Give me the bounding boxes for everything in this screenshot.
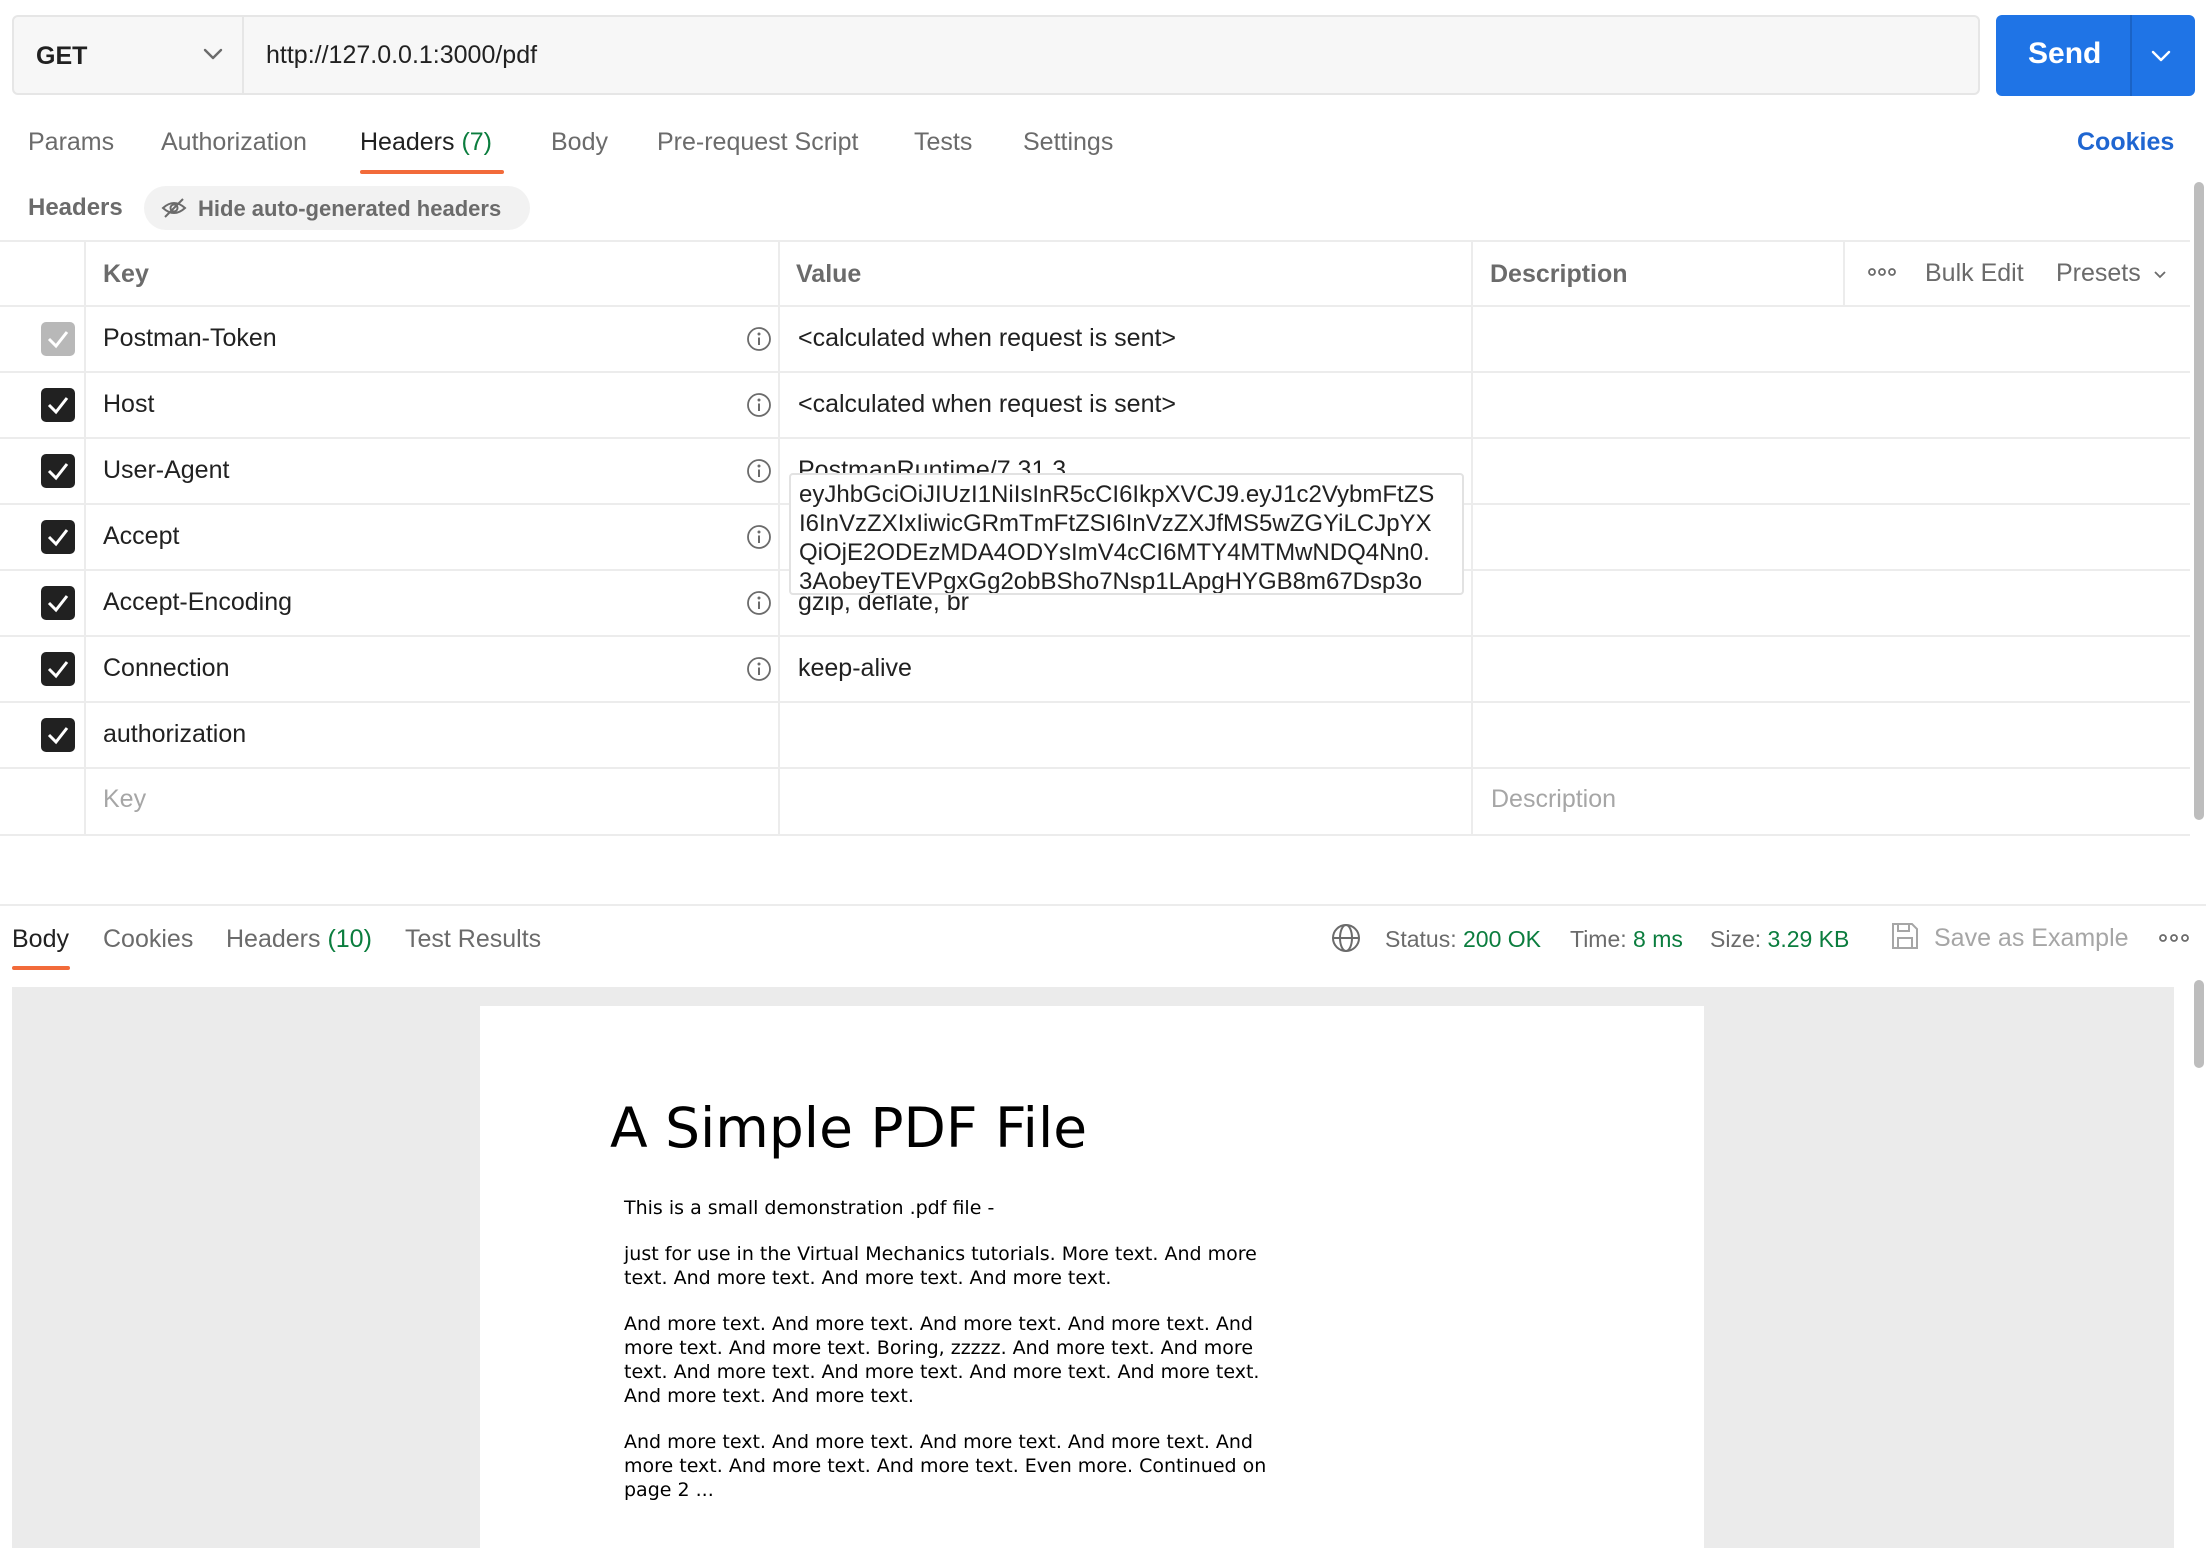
checkmark-icon — [47, 595, 69, 613]
active-response-tab-indicator — [12, 966, 70, 970]
more-icon[interactable] — [1868, 266, 1896, 278]
time-label: Time: — [1570, 926, 1627, 952]
response-tab-cookies[interactable]: Cookies — [103, 925, 193, 954]
response-headers-count: (10) — [327, 925, 372, 953]
tab-params[interactable]: Params — [28, 128, 114, 157]
presets-dropdown[interactable]: Presets — [2056, 259, 2168, 288]
active-tab-indicator — [360, 170, 504, 174]
eye-off-icon — [161, 198, 187, 218]
column-description: Description — [1490, 260, 1628, 288]
checkmark-icon — [47, 397, 69, 415]
method-select[interactable]: GET — [14, 17, 244, 93]
request-scrollbar[interactable] — [2194, 182, 2204, 820]
hide-auto-headers-label: Hide auto-generated headers — [198, 196, 502, 221]
chevron-down-icon — [2154, 271, 2166, 279]
tab-headers-label: Headers — [360, 128, 455, 156]
send-divider — [2130, 15, 2132, 96]
chevron-down-icon — [203, 48, 223, 60]
response-tab-headers-label: Headers — [226, 925, 321, 953]
checkmark-icon — [47, 661, 69, 679]
info-icon[interactable] — [746, 524, 772, 550]
header-value[interactable]: <calculated when request is sent> — [798, 324, 1176, 353]
pdf-paragraph: just for use in the Virtual Mechanics tu… — [624, 1243, 1257, 1289]
authorization-value-editor[interactable]: eyJhbGciOiJIUzI1NiIsInR5cCI6IkpXVCJ9.eyJ… — [789, 473, 1464, 595]
row-checkbox — [41, 322, 75, 356]
token-line: I6InVzZXIxIiwicGRmTmFtZSI6InVzZXJfMS5wZG… — [799, 510, 1432, 537]
size-readout[interactable]: Size: 3.29 KB — [1710, 926, 1849, 953]
header-key[interactable]: authorization — [103, 720, 246, 749]
row-checkbox[interactable] — [41, 388, 75, 422]
header-key[interactable]: Accept — [103, 522, 179, 551]
tab-authorization[interactable]: Authorization — [161, 128, 307, 157]
status-value: 200 OK — [1463, 926, 1541, 952]
header-key[interactable]: Postman-Token — [103, 324, 277, 353]
status-label: Status: — [1385, 926, 1457, 952]
save-icon — [1892, 923, 1918, 949]
bulk-edit-button[interactable]: Bulk Edit — [1925, 259, 2024, 288]
column-value: Value — [796, 260, 862, 288]
url-input[interactable]: http://127.0.0.1:3000/pdf — [266, 41, 537, 70]
header-key[interactable]: User-Agent — [103, 456, 229, 485]
checkmark-icon — [47, 727, 69, 745]
new-description-input[interactable]: Description — [1491, 785, 1616, 814]
row-checkbox[interactable] — [41, 454, 75, 488]
checkmark-icon — [47, 463, 69, 481]
size-label: Size: — [1710, 926, 1762, 952]
tab-headers[interactable]: Headers (7) — [360, 128, 492, 157]
token-line: eyJhbGciOiJIUzI1NiIsInR5cCI6IkpXVCJ9.eyJ… — [799, 481, 1435, 508]
header-value[interactable]: <calculated when request is sent> — [798, 390, 1176, 419]
response-tab-headers[interactable]: Headers (10) — [226, 925, 372, 954]
row-checkbox[interactable] — [41, 520, 75, 554]
headers-count: (7) — [461, 128, 493, 156]
headers-section-title: Headers — [28, 194, 123, 221]
tab-tests[interactable]: Tests — [914, 128, 972, 157]
header-key[interactable]: Host — [103, 390, 154, 419]
checkmark-icon — [47, 331, 69, 349]
pdf-paragraph: And more text. And more text. And more t… — [624, 1313, 1260, 1407]
request-bar: GET http://127.0.0.1:3000/pdf — [12, 15, 1980, 95]
response-tab-test-results[interactable]: Test Results — [405, 925, 541, 954]
tab-settings[interactable]: Settings — [1023, 128, 1113, 157]
time-readout[interactable]: Time: 8 ms — [1570, 926, 1683, 953]
column-key: Key — [103, 260, 149, 288]
info-icon[interactable] — [746, 590, 772, 616]
hide-auto-headers-button[interactable]: Hide auto-generated headers — [144, 186, 530, 230]
cookies-link[interactable]: Cookies — [2077, 128, 2174, 157]
header-key[interactable]: Accept-Encoding — [103, 588, 292, 617]
send-button[interactable]: Send — [1996, 15, 2195, 96]
save-as-example-button[interactable]: Save as Example — [1934, 924, 2129, 953]
row-checkbox[interactable] — [41, 652, 75, 686]
pdf-page: A Simple PDF File This is a small demons… — [480, 1006, 1704, 1548]
status-readout[interactable]: Status: 200 OK — [1385, 926, 1541, 953]
checkmark-icon — [47, 529, 69, 547]
send-label: Send — [2028, 37, 2102, 70]
method-label: GET — [36, 42, 88, 70]
pdf-paragraph: This is a small demonstration .pdf file … — [624, 1197, 995, 1219]
token-line: QiOjE2ODEzMDA4ODYsImV4cCI6MTY4MTMwNDQ4Nn… — [799, 539, 1430, 566]
header-value[interactable]: keep-alive — [798, 654, 912, 683]
globe-icon[interactable] — [1330, 922, 1362, 954]
pdf-title: A Simple PDF File — [610, 1096, 1088, 1160]
token-line: 3AobeyTEVPgxGg2obBSho7Nsp1LApgHYGB8m67Ds… — [799, 568, 1423, 595]
row-checkbox[interactable] — [41, 718, 75, 752]
chevron-down-icon[interactable] — [2148, 43, 2174, 69]
response-tab-body[interactable]: Body — [12, 925, 69, 954]
pdf-paragraph: And more text. And more text. And more t… — [624, 1431, 1267, 1501]
tab-pre-request-script[interactable]: Pre-request Script — [657, 128, 858, 157]
tab-body[interactable]: Body — [551, 128, 608, 157]
header-key[interactable]: Connection — [103, 654, 229, 683]
info-icon[interactable] — [746, 326, 772, 352]
size-value: 3.29 KB — [1767, 926, 1850, 952]
presets-label: Presets — [2056, 259, 2141, 287]
time-value: 8 ms — [1633, 926, 1683, 952]
info-icon[interactable] — [746, 392, 772, 418]
info-icon[interactable] — [746, 458, 772, 484]
more-icon[interactable] — [2158, 930, 2190, 946]
row-checkbox[interactable] — [41, 586, 75, 620]
response-divider — [0, 904, 2206, 906]
response-scrollbar[interactable] — [2194, 980, 2204, 1068]
new-key-input[interactable]: Key — [103, 785, 146, 814]
info-icon[interactable] — [746, 656, 772, 682]
